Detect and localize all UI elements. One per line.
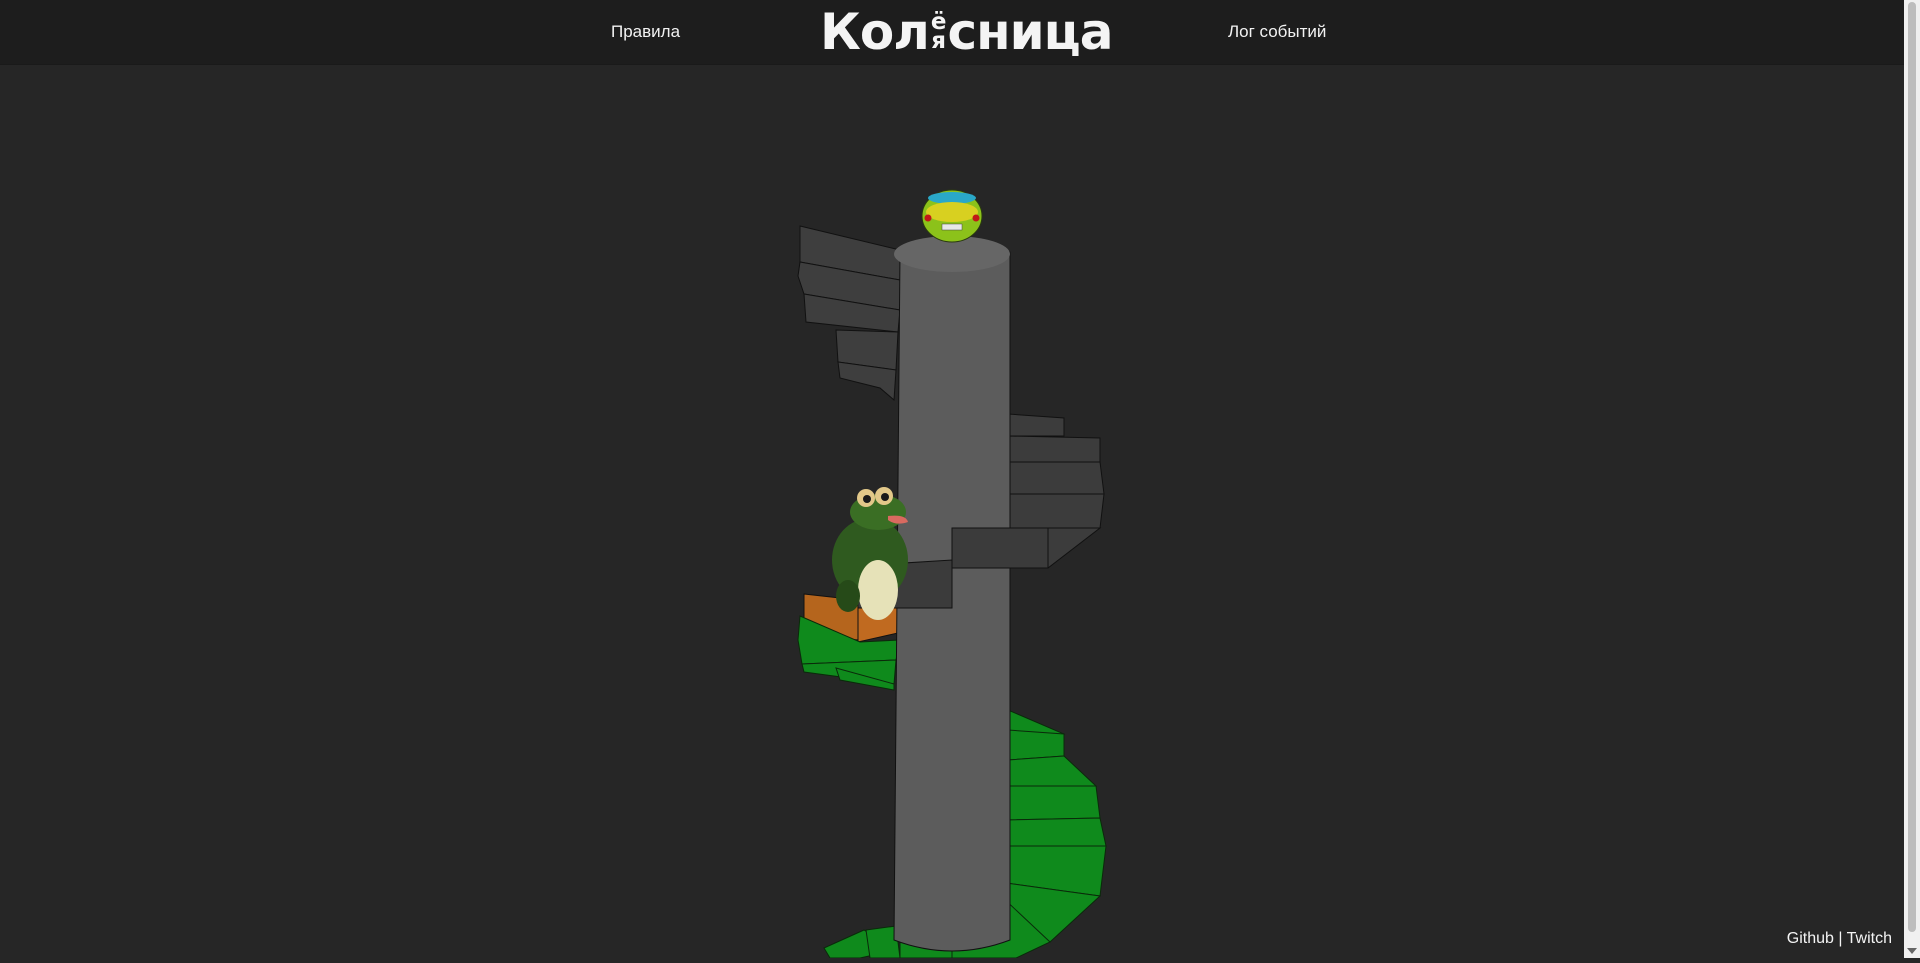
stairs-upper-left	[798, 226, 900, 400]
footer-links: Github | Twitch	[1787, 930, 1892, 948]
logo-stack-bottom: я	[931, 32, 945, 51]
logo-letter-stack: ё я	[931, 13, 946, 51]
logo-suffix: сница	[947, 3, 1112, 61]
site-logo[interactable]: Кол ё я сница	[820, 0, 1112, 64]
page-scrollbar[interactable]	[1904, 0, 1920, 958]
footer-separator: |	[1838, 930, 1842, 947]
spiral-staircase	[0, 65, 1904, 958]
rules-link[interactable]: Правила	[611, 22, 680, 42]
scroll-down-arrow-icon[interactable]	[1907, 948, 1917, 954]
github-link[interactable]: Github	[1787, 930, 1834, 947]
frog-player-icon[interactable]	[832, 487, 908, 620]
scrollbar-thumb[interactable]	[1908, 2, 1916, 932]
car-token-icon[interactable]	[922, 190, 982, 242]
event-log-link[interactable]: Лог событий	[1228, 22, 1326, 42]
twitch-link[interactable]: Twitch	[1847, 930, 1892, 947]
stairs-bottom-left	[824, 926, 900, 958]
logo-prefix: Кол	[820, 3, 929, 61]
top-header: Правила Кол ё я сница Лог событий	[0, 0, 1904, 65]
game-scene[interactable]	[0, 65, 1904, 958]
